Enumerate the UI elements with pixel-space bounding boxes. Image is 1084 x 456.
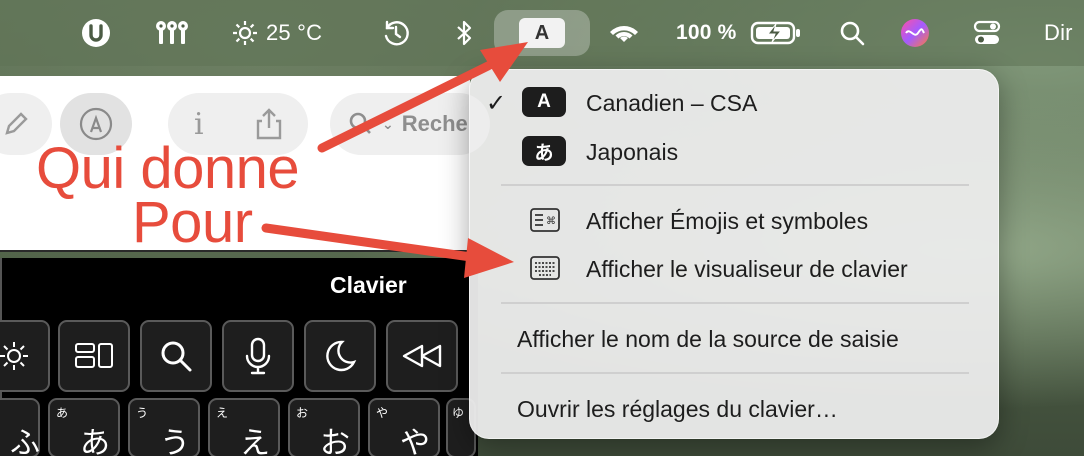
menu-item-label: Afficher Émojis et symboles [586,208,869,234]
brightness-icon [0,342,28,370]
weather-temperature: 25 °C [266,20,323,45]
edit-icon [5,112,28,135]
password-icon[interactable] [152,0,192,66]
sun-icon [230,0,260,66]
rewind-icon [402,344,442,368]
menu-item-label: Canadien – CSA [586,90,758,116]
search-icon[interactable] [836,0,868,66]
menu-item-show-keyboard-viewer[interactable]: Afficher le visualiseur de clavier [470,246,1000,292]
spotlight-key[interactable] [140,320,212,392]
input-source-menu-extra[interactable]: A [494,10,590,56]
menu-item-show-source-name[interactable]: Afficher le nom de la source de saisie [470,316,1000,362]
bluetooth-icon[interactable] [452,0,476,66]
search-icon [349,112,371,134]
siri-icon[interactable] [898,0,932,66]
kana-key[interactable]: え え [208,398,280,456]
kana-small: お [296,406,309,420]
annotation-line-2: Pour [132,190,253,255]
kana-key[interactable]: ふ [0,398,40,456]
menu-separator [501,184,969,186]
kana-key[interactable]: あ あ [48,398,120,456]
menu-item-canadien-csa[interactable]: ✓ A Canadien – CSA [470,80,1000,126]
input-source-badge-kana: あ [522,136,566,166]
kana-key[interactable]: お お [288,398,360,456]
svg-text:⌘: ⌘ [546,216,556,227]
menu-separator [501,302,969,304]
input-source-icon: A [519,18,565,48]
menu-item-label: Afficher le visualiseur de clavier [586,256,908,282]
battery-icon[interactable] [748,0,804,66]
dictation-key[interactable] [222,320,294,392]
brightness-key[interactable] [0,320,50,392]
kana-key[interactable]: や や [368,398,440,456]
battery-percent-label: 100 % [676,21,737,44]
emoji-viewer-icon: ⌘ [530,208,560,232]
wifi-icon[interactable] [606,0,642,66]
weather-status[interactable]: 25 °C [266,0,340,66]
menu-item-japonais[interactable]: あ Japonais [470,129,1000,175]
kana-main: え [240,427,270,456]
control-center-icon[interactable] [970,0,1004,66]
kana-small: や [376,406,389,420]
dictation-icon [245,337,271,375]
kana-small: う [136,406,149,420]
menu-item-label: Japonais [586,139,679,165]
mission-control-key[interactable] [58,320,130,392]
menu-item-open-keyboard-settings[interactable]: Ouvrir les réglages du clavier… [470,386,1000,432]
menu-bar: 25 °C A 100 % Dir [0,0,1084,66]
kana-key[interactable]: う う [128,398,200,456]
menu-separator [501,372,969,374]
chevron-down-icon: ⌄ [382,115,394,132]
kana-main: ふ [10,427,40,456]
time-machine-icon[interactable] [380,0,412,66]
spotlight-icon [161,341,192,372]
menu-clock[interactable]: Dir [1044,0,1084,66]
ublock-icon[interactable] [78,0,114,66]
mission-control-icon [75,343,113,368]
menu-item-label: Ouvrir les réglages du clavier… [517,396,838,422]
rewind-key[interactable] [386,320,458,392]
kana-small: あ [56,406,69,420]
kana-small: え [216,406,229,420]
focus-icon [326,340,357,372]
focus-key[interactable] [304,320,376,392]
menu-item-label: Afficher le nom de la source de saisie [517,326,899,352]
menu-item-show-emoji[interactable]: ⌘ Afficher Émojis et symboles [470,198,1000,244]
kana-main: あ [80,427,110,456]
checkmark-icon: ✓ [486,90,507,117]
keyboard-viewer-title: Clavier [330,272,407,298]
kana-main: や [400,427,430,456]
input-source-badge-a: A [522,87,566,117]
search-placeholder: Reche [401,111,468,136]
input-source-menu: ✓ A Canadien – CSA あ Japonais ⌘ Afficher… [469,69,999,439]
search-field[interactable]: ⌄ Reche [330,93,490,155]
kana-small: ゆ [452,406,465,420]
keyboard-viewer-icon [530,256,560,280]
kana-main: お [320,427,350,456]
battery-percentage[interactable]: 100 % [676,0,746,66]
kana-main: う [160,427,190,456]
clock-label: Dir [1044,20,1073,45]
